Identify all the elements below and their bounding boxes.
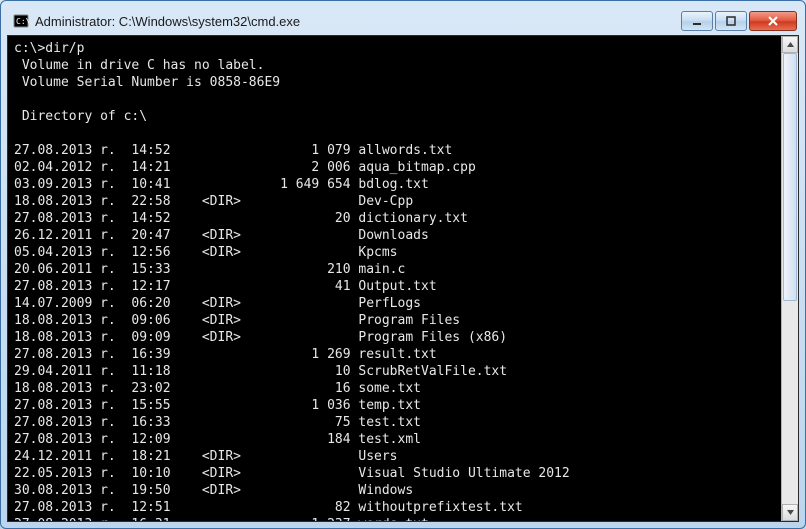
chevron-up-icon <box>786 40 795 49</box>
close-button[interactable] <box>749 11 797 31</box>
title-bar: C:\ Administrator: C:\Windows\system32\c… <box>7 7 799 35</box>
minimize-icon <box>692 16 702 26</box>
console-output[interactable]: c:\>dir/p Volume in drive C has no label… <box>8 36 781 521</box>
chevron-down-icon <box>786 508 795 517</box>
scroll-down-button[interactable] <box>782 504 798 521</box>
svg-text:C:\: C:\ <box>16 17 29 26</box>
scroll-track[interactable] <box>782 53 798 504</box>
maximize-button[interactable] <box>715 11 747 31</box>
vertical-scrollbar[interactable] <box>781 36 798 521</box>
window-controls <box>679 11 797 31</box>
close-icon <box>767 16 779 26</box>
maximize-icon <box>726 16 736 26</box>
cmd-icon: C:\ <box>13 13 29 29</box>
minimize-button[interactable] <box>681 11 713 31</box>
scroll-thumb[interactable] <box>783 53 797 301</box>
window-title: Administrator: C:\Windows\system32\cmd.e… <box>35 14 673 29</box>
scroll-up-button[interactable] <box>782 36 798 53</box>
console-client-area: c:\>dir/p Volume in drive C has no label… <box>7 35 799 522</box>
